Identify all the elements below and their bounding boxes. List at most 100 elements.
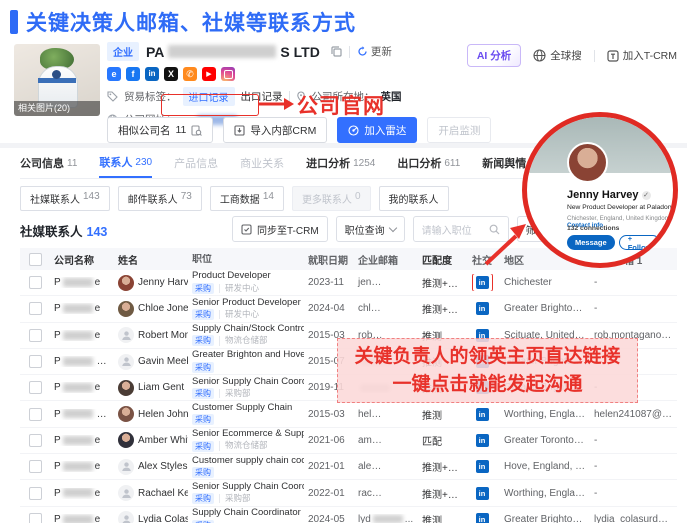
start-date: 2023-11 [304, 277, 354, 288]
location-icon [296, 91, 306, 102]
email-cell: lyd... [354, 514, 418, 523]
social-icon-row: e f in X ✆ ▶ [107, 67, 402, 81]
social-cell: in [464, 353, 500, 370]
linkedin-icon[interactable]: in [476, 487, 489, 500]
chip-social-contacts[interactable]: 社媒联系人143 [20, 186, 110, 211]
dept-tag-gray: 采购部 [219, 389, 251, 398]
row-checkbox[interactable] [29, 434, 42, 447]
phone-icon[interactable]: ✆ [183, 67, 197, 81]
extra-email-cell: - [590, 461, 677, 472]
tab-business-relations[interactable]: 商业关系 [240, 148, 284, 178]
tab-contacts[interactable]: 联系人230 [99, 148, 152, 178]
contact-name[interactable]: Lydia Colasurdo [138, 514, 188, 523]
photo-caption: 相关图片(20) [14, 101, 100, 116]
linkedin-icon[interactable]: in [476, 513, 489, 523]
linkedin-icon[interactable]: in [476, 460, 489, 473]
sync-icon [241, 224, 252, 235]
region-cell: Greater Brighton a... [500, 382, 590, 393]
email-cell: chll... [354, 303, 418, 314]
global-search-button[interactable]: 全球搜 [533, 48, 582, 63]
join-tcrm-button[interactable]: 加入T-CRM [607, 48, 677, 63]
row-checkbox[interactable] [29, 329, 42, 342]
select-all-checkbox[interactable] [29, 253, 42, 266]
start-date: 2024-04 [304, 303, 354, 314]
row-checkbox[interactable] [29, 513, 42, 523]
position-title: Senior Supply Chain Coordinator [192, 482, 300, 492]
region-cell: Greater Brighton a... [500, 303, 590, 314]
dept-tag-gray: 物流仓储部 [219, 336, 268, 345]
chip-email-contacts[interactable]: 邮件联系人73 [118, 186, 202, 211]
row-checkbox[interactable] [29, 355, 42, 368]
row-checkbox[interactable] [29, 302, 42, 315]
social-cell: in [464, 300, 500, 317]
match-level: 推测+验证 [418, 301, 464, 316]
col-date: 就职日期 [304, 252, 354, 267]
extra-email-cell: rob.montagano@g... [590, 330, 677, 341]
tab-import-analysis[interactable]: 进口分析1254 [306, 148, 375, 178]
chip-registry-data[interactable]: 工商数据14 [210, 186, 284, 211]
similar-companies-button[interactable]: 相似公司名11 [107, 117, 213, 143]
row-checkbox[interactable] [29, 276, 42, 289]
linkedin-icon[interactable]: in [476, 355, 489, 368]
chip-more-contacts[interactable]: 更多联系人0 [292, 186, 371, 211]
linkedin-icon[interactable]: in [476, 329, 489, 342]
dept-tag-blue: 采购 [192, 309, 214, 320]
x-twitter-icon[interactable]: X [164, 67, 178, 81]
row-checkbox[interactable] [29, 381, 42, 394]
sync-tcrm-button[interactable]: 同步至T-CRM [232, 216, 328, 242]
company-photo[interactable]: 相关图片(20) [14, 44, 100, 116]
contact-name[interactable]: Rachael Kelly [138, 488, 188, 499]
linkedin-icon[interactable]: in [145, 67, 159, 81]
contact-name[interactable]: Robert Monta... [138, 330, 188, 341]
linkedin-icon[interactable]: in [476, 302, 489, 315]
name-cell: Jenny Harvey [114, 275, 188, 291]
contact-name[interactable]: Alex Styles [138, 461, 187, 472]
row-checkbox[interactable] [29, 487, 42, 500]
company-blur [63, 488, 93, 497]
linkedin-icon[interactable]: in [476, 408, 489, 421]
linkedin-icon[interactable]: in [476, 381, 489, 394]
contact-name[interactable]: Liam Gent [138, 382, 184, 393]
contact-name[interactable]: Chloe Jones [138, 303, 188, 314]
dept-tag-gray: 采购部 [219, 494, 251, 503]
copy-icon[interactable] [331, 46, 342, 57]
contact-name[interactable]: Helen Johnstone [138, 409, 188, 420]
position-cell: Product Developer 采购 研发中心 [188, 271, 304, 293]
company-blur [63, 462, 93, 471]
contact-name[interactable]: Amber Whitty [138, 435, 188, 446]
row-checkbox[interactable] [29, 408, 42, 421]
contact-name[interactable]: Jenny Harvey [138, 277, 188, 288]
tab-company-info[interactable]: 公司信息11 [20, 148, 77, 178]
company-cell: Pe [50, 435, 114, 446]
name-cell: Helen Johnstone [114, 406, 188, 422]
linkedin-icon[interactable]: in [476, 276, 489, 289]
tab-products[interactable]: 产品信息 [174, 148, 218, 178]
instagram-icon[interactable] [221, 67, 235, 81]
avatar [118, 354, 134, 370]
linkedin-icon[interactable]: in [476, 434, 489, 447]
row-checkbox[interactable] [29, 460, 42, 473]
export-record-tag[interactable]: 出口记录 [241, 89, 283, 104]
name-cell: Alex Styles [114, 459, 188, 475]
tab-export-analysis[interactable]: 出口分析611 [397, 148, 460, 178]
start-monitor-button[interactable]: 开启监测 [427, 117, 491, 143]
tcrm-icon [607, 50, 619, 62]
dept-tag-blue: 采购 [192, 414, 214, 425]
position-search-input[interactable]: 请输入职位 [413, 216, 509, 242]
import-crm-button[interactable]: 导入内部CRM [223, 117, 327, 143]
contact-name[interactable]: Gavin Meeks [138, 356, 188, 367]
update-button[interactable]: 更新 [357, 44, 392, 59]
table-row: Pe Produc... Helen Johnstone Customer Su… [20, 401, 677, 427]
company-blur [63, 357, 93, 366]
ai-analysis-button[interactable]: AI 分析 [467, 44, 521, 67]
col-position: 职位 [188, 254, 304, 265]
youtube-icon[interactable]: ▶ [202, 67, 216, 81]
facebook-icon[interactable]: f [126, 67, 140, 81]
import-record-tag[interactable]: 进口记录 [183, 87, 235, 106]
table-row: Pe Alex Styles Customer supply chain coo… [20, 454, 677, 480]
col-name: 姓名 [114, 252, 188, 267]
website-icon[interactable]: e [107, 67, 121, 81]
chip-my-contacts[interactable]: 我的联系人 [379, 186, 449, 211]
add-radar-button[interactable]: 加入雷达 [337, 117, 417, 143]
position-query-select[interactable]: 职位查询 [336, 216, 405, 242]
